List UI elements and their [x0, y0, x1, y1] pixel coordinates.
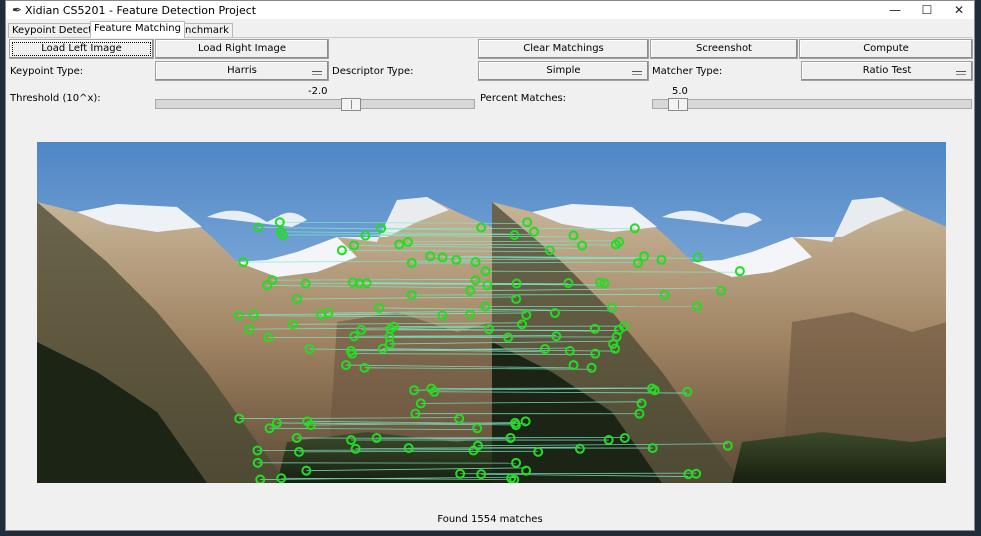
threshold-slider[interactable] [155, 98, 475, 111]
load-left-image-button[interactable]: Load Left Image [9, 39, 154, 59]
dropdown-arrow-icon [956, 71, 966, 75]
compute-button[interactable]: Compute [799, 39, 973, 59]
percent-matches-slider-handle[interactable] [668, 98, 688, 111]
app-window: ✒ Xidian CS5201 - Feature Detection Proj… [5, 0, 975, 531]
dropdown-arrow-icon [312, 71, 322, 75]
match-canvas [37, 142, 946, 483]
matcher-type-value: Ratio Test [862, 65, 912, 76]
tab-feature-matching[interactable]: Feature Matching [90, 21, 185, 38]
percent-matches-value: 5.0 [672, 86, 688, 97]
descriptor-type-label: Descriptor Type: [332, 66, 414, 77]
percent-matches-slider[interactable] [652, 98, 972, 111]
tab-bar: Keypoint Detection Feature Matching Benc… [6, 21, 974, 38]
clear-matchings-button[interactable]: Clear Matchings [478, 39, 649, 59]
keypoint-type-label: Keypoint Type: [10, 66, 84, 77]
keypoint-type-select[interactable]: Harris [155, 61, 329, 81]
load-right-image-button[interactable]: Load Right Image [155, 39, 329, 59]
matcher-type-select[interactable]: Ratio Test [801, 61, 973, 81]
close-button[interactable]: ✕ [944, 1, 974, 19]
window-title: Xidian CS5201 - Feature Detection Projec… [25, 4, 257, 17]
threshold-value: -2.0 [308, 86, 328, 97]
descriptor-type-value: Simple [546, 65, 581, 76]
feather-icon: ✒ [12, 3, 23, 17]
match-line [399, 244, 616, 246]
match-line [411, 294, 665, 296]
feature-matching-panel: Load Left Image Load Right Image Clear M… [8, 37, 973, 530]
dropdown-arrow-icon [632, 71, 642, 75]
title-bar: ✒ Xidian CS5201 - Feature Detection Proj… [6, 1, 974, 19]
screenshot-button[interactable]: Screenshot [650, 39, 798, 59]
matcher-type-label: Matcher Type: [652, 66, 723, 77]
maximize-button[interactable]: ☐ [912, 1, 942, 19]
percent-matches-label: Percent Matches: [480, 93, 567, 104]
keypoint-type-value: Harris [227, 65, 257, 76]
descriptor-type-select[interactable]: Simple [478, 61, 649, 81]
status-text: Found 1554 matches [437, 514, 543, 525]
threshold-label: Threshold (10^x): [10, 93, 101, 104]
minimize-button[interactable]: — [880, 1, 910, 19]
match-line [376, 437, 625, 439]
threshold-slider-handle[interactable] [341, 98, 361, 111]
